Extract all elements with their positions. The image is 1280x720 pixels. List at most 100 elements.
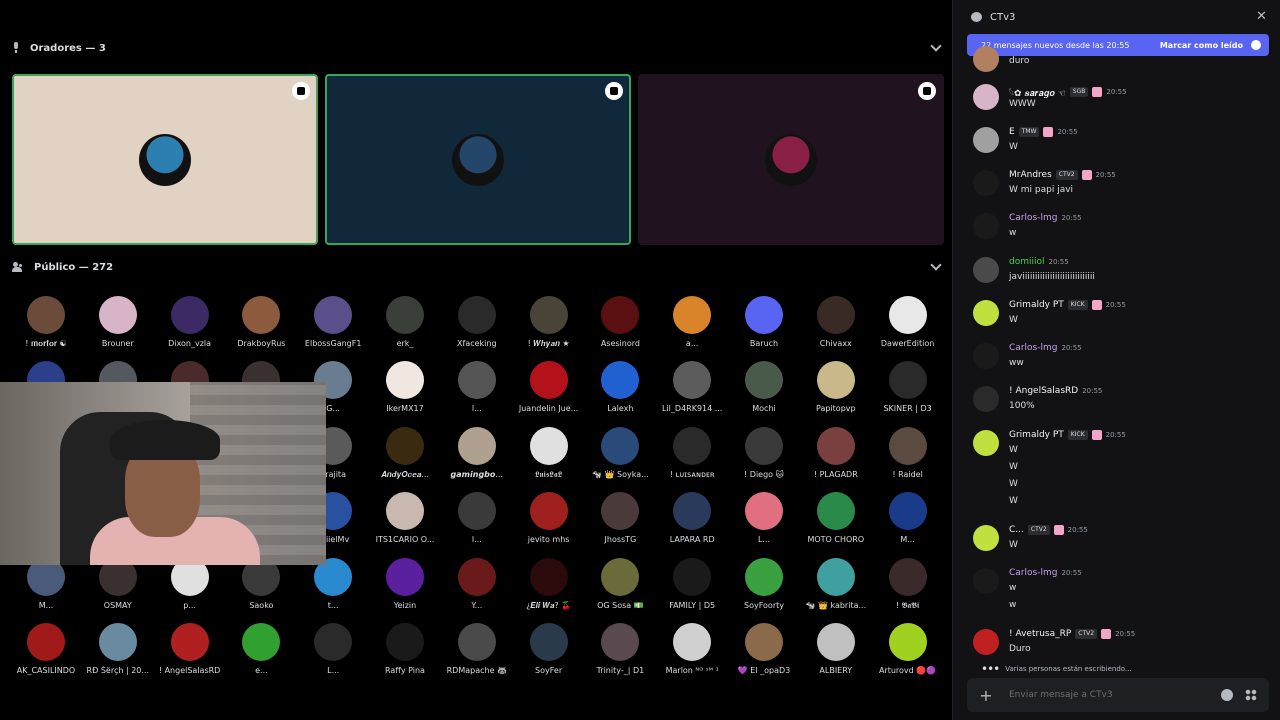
message-author[interactable]: Grimaldy PT	[1009, 430, 1064, 440]
audience-member[interactable]: ! Diego 🐱	[728, 426, 800, 487]
audience-member[interactable]: IkerMX17	[369, 361, 441, 421]
audience-member[interactable]: a...	[656, 296, 728, 356]
audience-member[interactable]: l...	[441, 492, 513, 552]
audience-member[interactable]: erk_	[369, 296, 441, 356]
audience-member[interactable]: AK_CASILINDO	[10, 623, 82, 683]
close-icon[interactable]: ✕	[1256, 10, 1268, 24]
audience-member[interactable]: SoyFoorty	[728, 557, 800, 618]
audience-member[interactable]: OSMAY	[82, 557, 154, 618]
audience-member[interactable]: ¿𝑬𝒍𝒊 𝑾𝒂? 🍒	[513, 557, 585, 618]
add-attachment-icon[interactable]: +	[973, 686, 999, 705]
audience-member[interactable]: 💜 El _opaD3	[728, 623, 800, 683]
audience-member[interactable]: Baruch	[728, 296, 800, 356]
avatar[interactable]	[973, 343, 999, 369]
audience-member[interactable]: L...	[297, 623, 369, 683]
speakers-header[interactable]: Oradores — 3	[12, 38, 942, 58]
audience-member[interactable]: Dixon_vzla	[154, 296, 226, 356]
audience-member[interactable]: M...	[872, 492, 944, 552]
audience-member[interactable]: ! 𝕭𝖆𝕭𝖎	[872, 557, 944, 618]
audience-member[interactable]: OG Sosa 💵	[584, 557, 656, 618]
avatar[interactable]	[973, 46, 999, 72]
audience-member[interactable]: ITS1CARIO O...	[369, 492, 441, 552]
audience-header[interactable]: Público — 272	[12, 257, 942, 277]
audience-member[interactable]: Lalexh	[584, 361, 656, 421]
audience-member[interactable]: p...	[154, 557, 226, 618]
speaker-tile[interactable]	[638, 74, 944, 245]
audience-member[interactable]: Arturovd 🔴🟣	[872, 623, 944, 683]
avatar[interactable]	[973, 257, 999, 283]
audience-member[interactable]: Papitopvp	[800, 361, 872, 421]
avatar[interactable]	[973, 127, 999, 153]
audience-member[interactable]: 𝙜𝙖𝙢𝙞𝙣𝙜𝙗𝙤...	[441, 426, 513, 487]
audience-member[interactable]: ALBIERY	[800, 623, 872, 683]
speaker-tile[interactable]	[325, 74, 631, 245]
audience-member[interactable]: Y...	[441, 557, 513, 618]
audience-member[interactable]: Juandelin Jue...	[513, 361, 585, 421]
audience-member[interactable]: JhossTG	[584, 492, 656, 552]
avatar[interactable]	[973, 170, 999, 196]
avatar[interactable]	[973, 84, 999, 110]
audience-member[interactable]: t...	[297, 557, 369, 618]
avatar[interactable]	[973, 568, 999, 594]
avatar[interactable]	[973, 629, 999, 655]
audience-member[interactable]: Asesinord	[584, 296, 656, 356]
audience-member[interactable]: ! ʟᴜɪsᴀɴᴅᴇʀ	[656, 426, 728, 487]
avatar[interactable]	[973, 430, 999, 456]
audience-member[interactable]: LAPARA RD	[656, 492, 728, 552]
message-author[interactable]: domiiiol	[1009, 257, 1045, 267]
audience-member[interactable]: DawerEdition	[872, 296, 944, 356]
chat-input[interactable]: Enviar mensaje a CTv3	[1009, 690, 1221, 700]
message-author[interactable]: ! AngelSalasRD	[1009, 386, 1078, 396]
message-author[interactable]: Carlos-lmg	[1009, 568, 1057, 578]
avatar[interactable]	[973, 525, 999, 551]
audience-member[interactable]: SoyFer	[513, 623, 585, 683]
audience-member[interactable]: 𝑨𝒏𝒅𝒚𝑶𝒄𝒆𝒂...	[369, 426, 441, 487]
message-author[interactable]: E	[1009, 127, 1015, 137]
avatar[interactable]	[973, 213, 999, 239]
audience-member[interactable]: SKINER | D3	[872, 361, 944, 421]
message-author[interactable]: ! Avetrusa_RP	[1009, 629, 1071, 639]
message-author[interactable]: Grimaldy PT	[1009, 300, 1064, 310]
audience-member[interactable]: ElbossGangF1	[297, 296, 369, 356]
audience-member[interactable]: Lil_D4RK914 ...	[656, 361, 728, 421]
message-author[interactable]: Carlos-lmg	[1009, 343, 1057, 353]
audience-member[interactable]: L...	[728, 492, 800, 552]
chat-input-bar[interactable]: + Enviar mensaje a CTv3	[967, 678, 1269, 712]
audience-member[interactable]: Marlon ᴺᴼ ˢᴹ ¹	[656, 623, 728, 683]
chevron-down-icon[interactable]	[930, 259, 942, 271]
apps-icon[interactable]	[1245, 689, 1257, 701]
audience-member[interactable]: e...	[225, 623, 297, 683]
audience-member[interactable]: Mochi	[728, 361, 800, 421]
audience-member[interactable]: 𝕷𝖚𝖎𝖘𝕷𝖆𝕷	[513, 426, 585, 487]
message-author[interactable]: MrAndres	[1009, 170, 1052, 180]
message-author[interactable]: Carlos-lmg	[1009, 213, 1057, 223]
audience-member[interactable]: jevito mhs	[513, 492, 585, 552]
audience-member[interactable]: Chivaxx	[800, 296, 872, 356]
speaker-tile[interactable]	[12, 74, 318, 245]
audience-member[interactable]: Trinity-_| D1	[584, 623, 656, 683]
audience-member[interactable]: Saoko	[225, 557, 297, 618]
audience-member[interactable]: DrakboyRus	[225, 296, 297, 356]
audience-member[interactable]: Brouner	[82, 296, 154, 356]
audience-member[interactable]: RDMapache 🦝	[441, 623, 513, 683]
audience-member[interactable]: l...	[441, 361, 513, 421]
audience-member[interactable]: ! 𝐦𝐨𝐫𝐟𝐨𝐫 ☯	[10, 296, 82, 356]
audience-member[interactable]: M...	[10, 557, 82, 618]
avatar[interactable]	[973, 300, 999, 326]
audience-member[interactable]: Xfaceking	[441, 296, 513, 356]
audience-member[interactable]: ! 𝑾𝒉𝒚𝒂𝒏 ★	[513, 296, 585, 356]
audience-member[interactable]: Yeizin	[369, 557, 441, 618]
audience-member[interactable]: ! PLAGADR	[800, 426, 872, 487]
audience-member[interactable]: Raffy Pina	[369, 623, 441, 683]
audience-member[interactable]: RĐ Šërçh | 20...	[82, 623, 154, 683]
audience-member[interactable]: FAMILY | D5	[656, 557, 728, 618]
audience-member[interactable]: 🐄 👑 kabrita...	[800, 557, 872, 618]
audience-member[interactable]: 🐄 👑 Soyka...	[584, 426, 656, 487]
emoji-icon[interactable]	[1221, 689, 1233, 701]
message-author[interactable]: C...	[1009, 525, 1024, 535]
avatar[interactable]	[973, 386, 999, 412]
audience-member[interactable]: ! AngelSalasRD	[154, 623, 226, 683]
mark-read-button[interactable]: Marcar como leído	[1160, 41, 1243, 50]
chevron-down-icon[interactable]	[930, 40, 942, 52]
audience-member[interactable]: MOTO CHORO	[800, 492, 872, 552]
